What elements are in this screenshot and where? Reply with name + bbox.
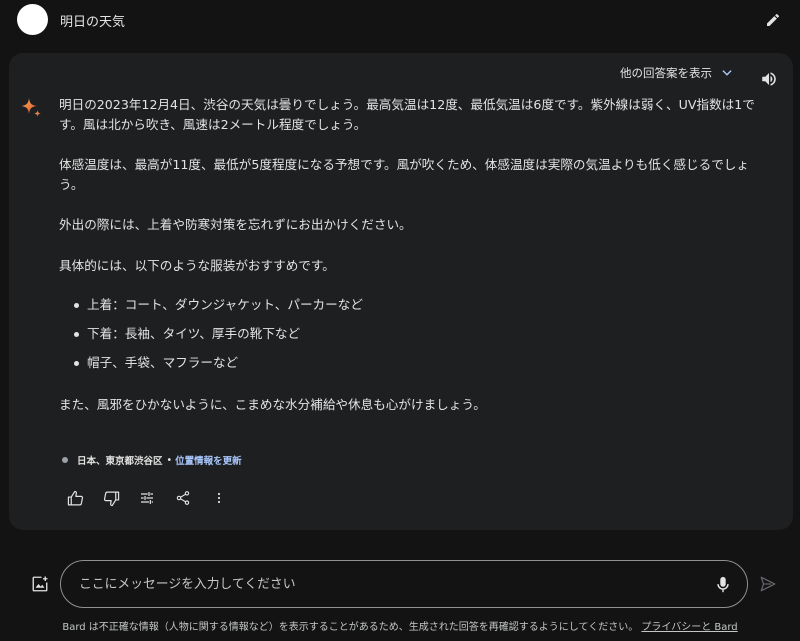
edit-prompt-button[interactable] [762, 9, 784, 31]
list-item: 下着：長袖、タイツ、厚手の靴下など [59, 324, 764, 353]
chevron-down-icon [722, 70, 732, 76]
user-prompt-text: 明日の天気 [60, 15, 126, 30]
tune-icon [141, 492, 153, 504]
show-drafts-button[interactable]: 他の回答案を表示 [620, 65, 734, 81]
list-item: 帽子、手袋、マフラーなど [59, 353, 764, 382]
location-info: 日本、東京都渋谷区 • 位置情報を更新 [62, 453, 242, 467]
show-drafts-label: 他の回答案を表示 [620, 66, 712, 80]
send-button[interactable] [757, 573, 779, 595]
response-paragraph: また、風邪をひかないように、こまめな水分補給や休息も心がけましょう。 [59, 397, 486, 412]
more-options-button[interactable] [201, 486, 237, 510]
location-separator: • [166, 454, 173, 466]
user-prompt-row: 明日の天気 [0, 0, 800, 40]
voice-input-button[interactable] [713, 574, 733, 596]
message-input[interactable] [79, 574, 699, 594]
privacy-link[interactable]: プライバシーと Bard [641, 622, 737, 633]
thumbs-down-icon [103, 491, 119, 506]
share-icon [176, 491, 190, 505]
response-paragraph: 外出の際には、上着や防寒対策を忘れずにお出かけください。 [59, 217, 412, 232]
response-paragraph: 具体的には、以下のような服装がおすすめです。 [59, 258, 335, 273]
thumbs-up-button[interactable] [57, 486, 93, 510]
message-input-box [60, 560, 748, 608]
location-dot-icon [62, 457, 68, 463]
upload-image-button[interactable] [29, 573, 51, 595]
thumbs-up-icon [67, 490, 83, 505]
add-image-icon [32, 576, 48, 592]
pencil-icon [767, 13, 780, 26]
read-aloud-button[interactable] [758, 68, 780, 90]
bard-sparkle-icon [21, 98, 41, 117]
thumbs-down-button[interactable] [93, 486, 129, 510]
update-location-link[interactable]: 位置情報を更新 [175, 453, 242, 467]
share-button[interactable] [165, 486, 201, 510]
response-card: 他の回答案を表示 明日の2023年12月4日、渋谷の天気は曇りでしょう。最高気温… [9, 53, 793, 530]
more-vert-icon [217, 492, 221, 504]
list-item: 上着：コート、ダウンジャケット、パーカーなど [59, 295, 764, 324]
clothing-list: 上着：コート、ダウンジャケット、パーカーなど 下着：長袖、タイツ、厚手の靴下など… [59, 295, 764, 382]
speaker-icon [762, 72, 776, 86]
response-actions [57, 486, 237, 510]
bard-chat-window: 明日の天気 他の回答案を表示 明日の2023年12月4日、渋谷の天気は曇りでしょ… [0, 0, 800, 641]
modify-response-button[interactable] [129, 486, 165, 510]
disclaimer-text: Bard は不正確な情報（人物に関する情報など）を表示することがあるため、生成さ… [62, 622, 639, 633]
response-paragraph: 明日の2023年12月4日、渋谷の天気は曇りでしょう。最高気温は12度、最低気温… [59, 97, 755, 132]
microphone-icon [717, 576, 729, 593]
location-text: 日本、東京都渋谷区 [77, 456, 163, 467]
disclaimer: Bard は不正確な情報（人物に関する情報など）を表示することがあるため、生成さ… [0, 618, 800, 633]
user-avatar [17, 4, 48, 35]
response-paragraph: 体感温度は、最高が11度、最低が5度程度になる予想です。風が吹くため、体感温度は… [59, 157, 749, 192]
send-icon [760, 576, 776, 592]
